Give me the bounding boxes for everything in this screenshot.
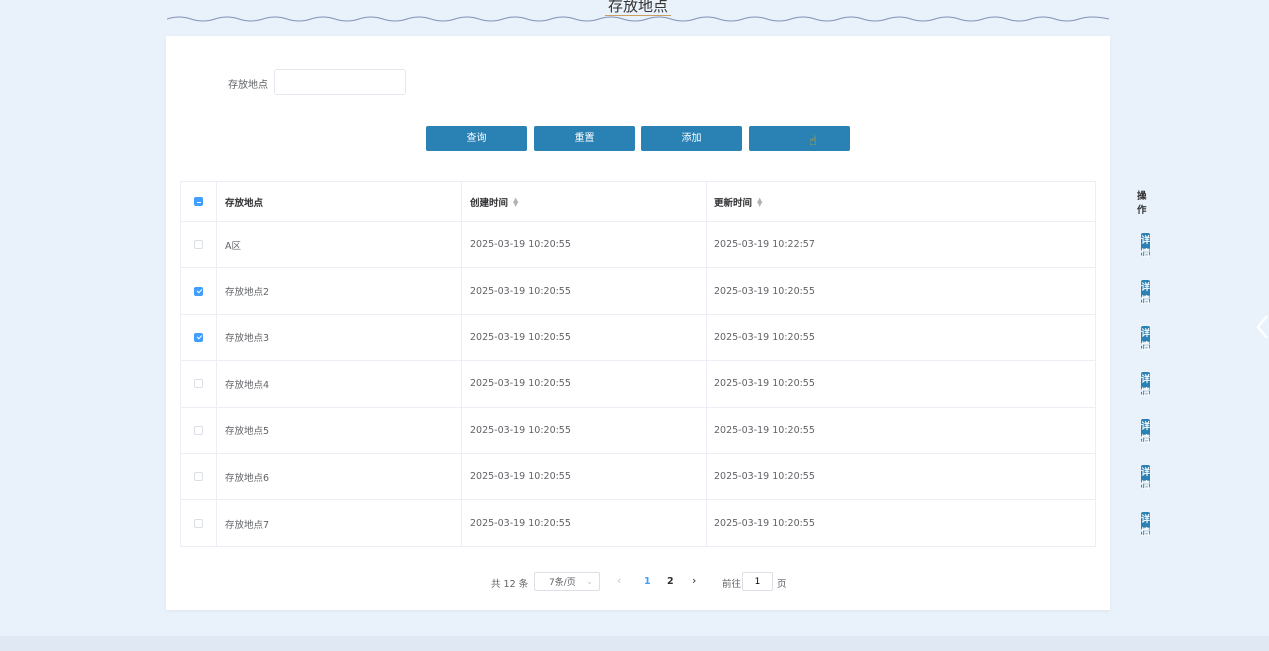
content-card: 存放地点 查询 重置 添加 ☝ 存放地点 创建时间 ▲ ▼ 更新时间 ▲ ▼ 操…: [166, 36, 1151, 610]
bottom-strip: [0, 636, 1269, 651]
row-checkbox-cell: [181, 500, 217, 547]
column-header-updated-label: 更新时间: [714, 197, 753, 209]
row-checkbox-cell: [181, 314, 217, 361]
cell-actions: 详情: [952, 222, 1151, 267]
page-size-select[interactable]: 7条/页 ⌄: [534, 572, 600, 591]
column-header-updated[interactable]: 更新时间 ▲ ▼: [707, 182, 952, 221]
column-header-location: 存放地点: [217, 182, 462, 221]
row-checkbox[interactable]: [194, 519, 203, 529]
row-checkbox[interactable]: [194, 286, 203, 296]
table-row: 存放地点3 2025-03-19 10:20:55 2025-03-19 10:20…: [181, 314, 1151, 362]
search-label: 存放地点: [228, 80, 268, 91]
table-header-row: 存放地点 创建时间 ▲ ▼ 更新时间 ▲ ▼ 操作: [181, 182, 1147, 222]
detail-button[interactable]: 详情: [1141, 372, 1151, 398]
row-checkbox[interactable]: [194, 425, 203, 435]
cell-location: 存放地点7: [217, 500, 462, 547]
chevron-right-icon[interactable]: ›: [692, 574, 696, 587]
table-row: 存放地点7 2025-03-19 10:20:55 2025-03-19 10:20…: [181, 500, 1151, 547]
header-checkbox-cell: [181, 182, 217, 221]
page-suffix: 页: [777, 579, 787, 590]
cell-created: 2025-03-19 10:20:55: [462, 454, 707, 500]
chevron-left-icon[interactable]: [1254, 312, 1269, 342]
page-title: 存放地点: [604, 0, 672, 16]
cell-created: 2025-03-19 10:20:55: [462, 361, 707, 407]
sort-caret-icon[interactable]: ▲ ▼: [757, 196, 762, 207]
cell-location: 存放地点6: [217, 454, 462, 500]
row-checkbox[interactable]: [194, 332, 203, 342]
table-row: A区 2025-03-19 10:20:55 2025-03-19 10:22:57…: [181, 222, 1151, 269]
row-checkbox-cell: [181, 361, 217, 407]
delete-button[interactable]: [749, 126, 850, 151]
detail-button[interactable]: 详情: [1141, 233, 1151, 259]
table-row: 存放地点6 2025-03-19 10:20:55 2025-03-19 10:20…: [181, 454, 1151, 501]
select-all-checkbox[interactable]: [194, 197, 203, 206]
cell-updated: 2025-03-19 10:20:55: [714, 285, 815, 297]
pagination: 共 12 条 7条/页 ⌄ ‹ 1 2 › 前往 页: [166, 572, 1110, 592]
chevron-down-icon: ⌄: [586, 577, 593, 586]
cell-location: 存放地点2: [217, 268, 462, 314]
row-checkbox-cell: [181, 454, 217, 500]
title-bar: 存放地点: [167, 0, 1109, 28]
sort-caret-icon[interactable]: ▲ ▼: [513, 196, 518, 207]
cell-actions: 详情: [952, 408, 1151, 453]
cell-updated: 2025-03-19 10:20:55: [714, 424, 815, 436]
cell-updated: 2025-03-19 10:20:55: [714, 471, 815, 483]
cell-created: 2025-03-19 10:20:55: [462, 500, 707, 547]
goto-page-input[interactable]: [742, 572, 773, 591]
goto-label: 前往: [722, 579, 742, 590]
cell-actions: 详情: [952, 315, 1151, 360]
column-header-actions-label: 操作: [1137, 190, 1147, 216]
cell-location: 存放地点4: [217, 361, 462, 407]
cell-updated: 2025-03-19 10:20:55: [714, 378, 815, 390]
detail-button[interactable]: 详情: [1141, 418, 1151, 445]
query-button[interactable]: 查询: [426, 126, 527, 151]
table-row: 存放地点4 2025-03-19 10:20:55 2025-03-19 10:20…: [181, 361, 1151, 408]
cell-actions: 详情: [952, 361, 1151, 406]
column-header-created[interactable]: 创建时间 ▲ ▼: [462, 182, 707, 221]
table-row: 存放地点5 2025-03-19 10:20:55 2025-03-19 10:20…: [181, 407, 1151, 454]
location-table: 存放地点 创建时间 ▲ ▼ 更新时间 ▲ ▼ 操作 A区 2025-03-19 10:…: [180, 181, 1151, 547]
detail-button[interactable]: 详情: [1141, 512, 1151, 538]
cell-location: 存放地点3: [217, 314, 462, 361]
row-checkbox-cell: [181, 268, 217, 314]
cell-created: 2025-03-19 10:20:55: [462, 222, 707, 268]
row-checkbox[interactable]: [194, 472, 203, 482]
cell-created: 2025-03-19 10:20:55: [462, 407, 707, 453]
column-header-actions: 操作: [952, 182, 1147, 221]
cell-created: 2025-03-19 10:20:55: [462, 268, 707, 314]
row-checkbox[interactable]: [194, 240, 203, 250]
cell-actions: 详情: [952, 500, 1151, 546]
table-row: 存放地点2 2025-03-19 10:20:55 2025-03-19 10:20…: [181, 268, 1151, 315]
chevron-left-icon[interactable]: ‹: [617, 574, 621, 587]
cell-updated: 2025-03-19 10:20:55: [714, 518, 815, 530]
page-number-1[interactable]: 1: [644, 576, 651, 587]
reset-button[interactable]: 重置: [534, 126, 635, 151]
cell-updated: 2025-03-19 10:20:55: [714, 331, 815, 343]
detail-button[interactable]: 详情: [1141, 465, 1151, 491]
hand-pointer-icon: ☝: [809, 134, 817, 149]
column-header-created-label: 创建时间: [470, 197, 509, 209]
row-checkbox[interactable]: [194, 379, 203, 389]
row-checkbox-cell: [181, 407, 217, 453]
cell-actions: 详情: [952, 454, 1151, 499]
detail-button[interactable]: 详情: [1141, 325, 1151, 352]
cell-location: A区: [217, 222, 462, 268]
page: 存放地点 存放地点 查询 重置 添加 ☝ 存放地点 创建时间 ▲ ▼ 更新时间 ▲…: [0, 0, 1269, 651]
page-number-2[interactable]: 2: [667, 576, 674, 587]
location-search-input[interactable]: [274, 69, 406, 95]
pagination-total: 共 12 条: [491, 579, 529, 590]
cell-actions: 详情: [952, 268, 1151, 313]
row-checkbox-cell: [181, 222, 217, 268]
page-size-value: 7条/页: [549, 578, 576, 588]
cell-updated: 2025-03-19 10:22:57: [714, 239, 815, 251]
cell-location: 存放地点5: [217, 407, 462, 453]
detail-button[interactable]: 详情: [1141, 279, 1151, 306]
add-button[interactable]: 添加: [641, 126, 742, 151]
cell-created: 2025-03-19 10:20:55: [462, 314, 707, 361]
